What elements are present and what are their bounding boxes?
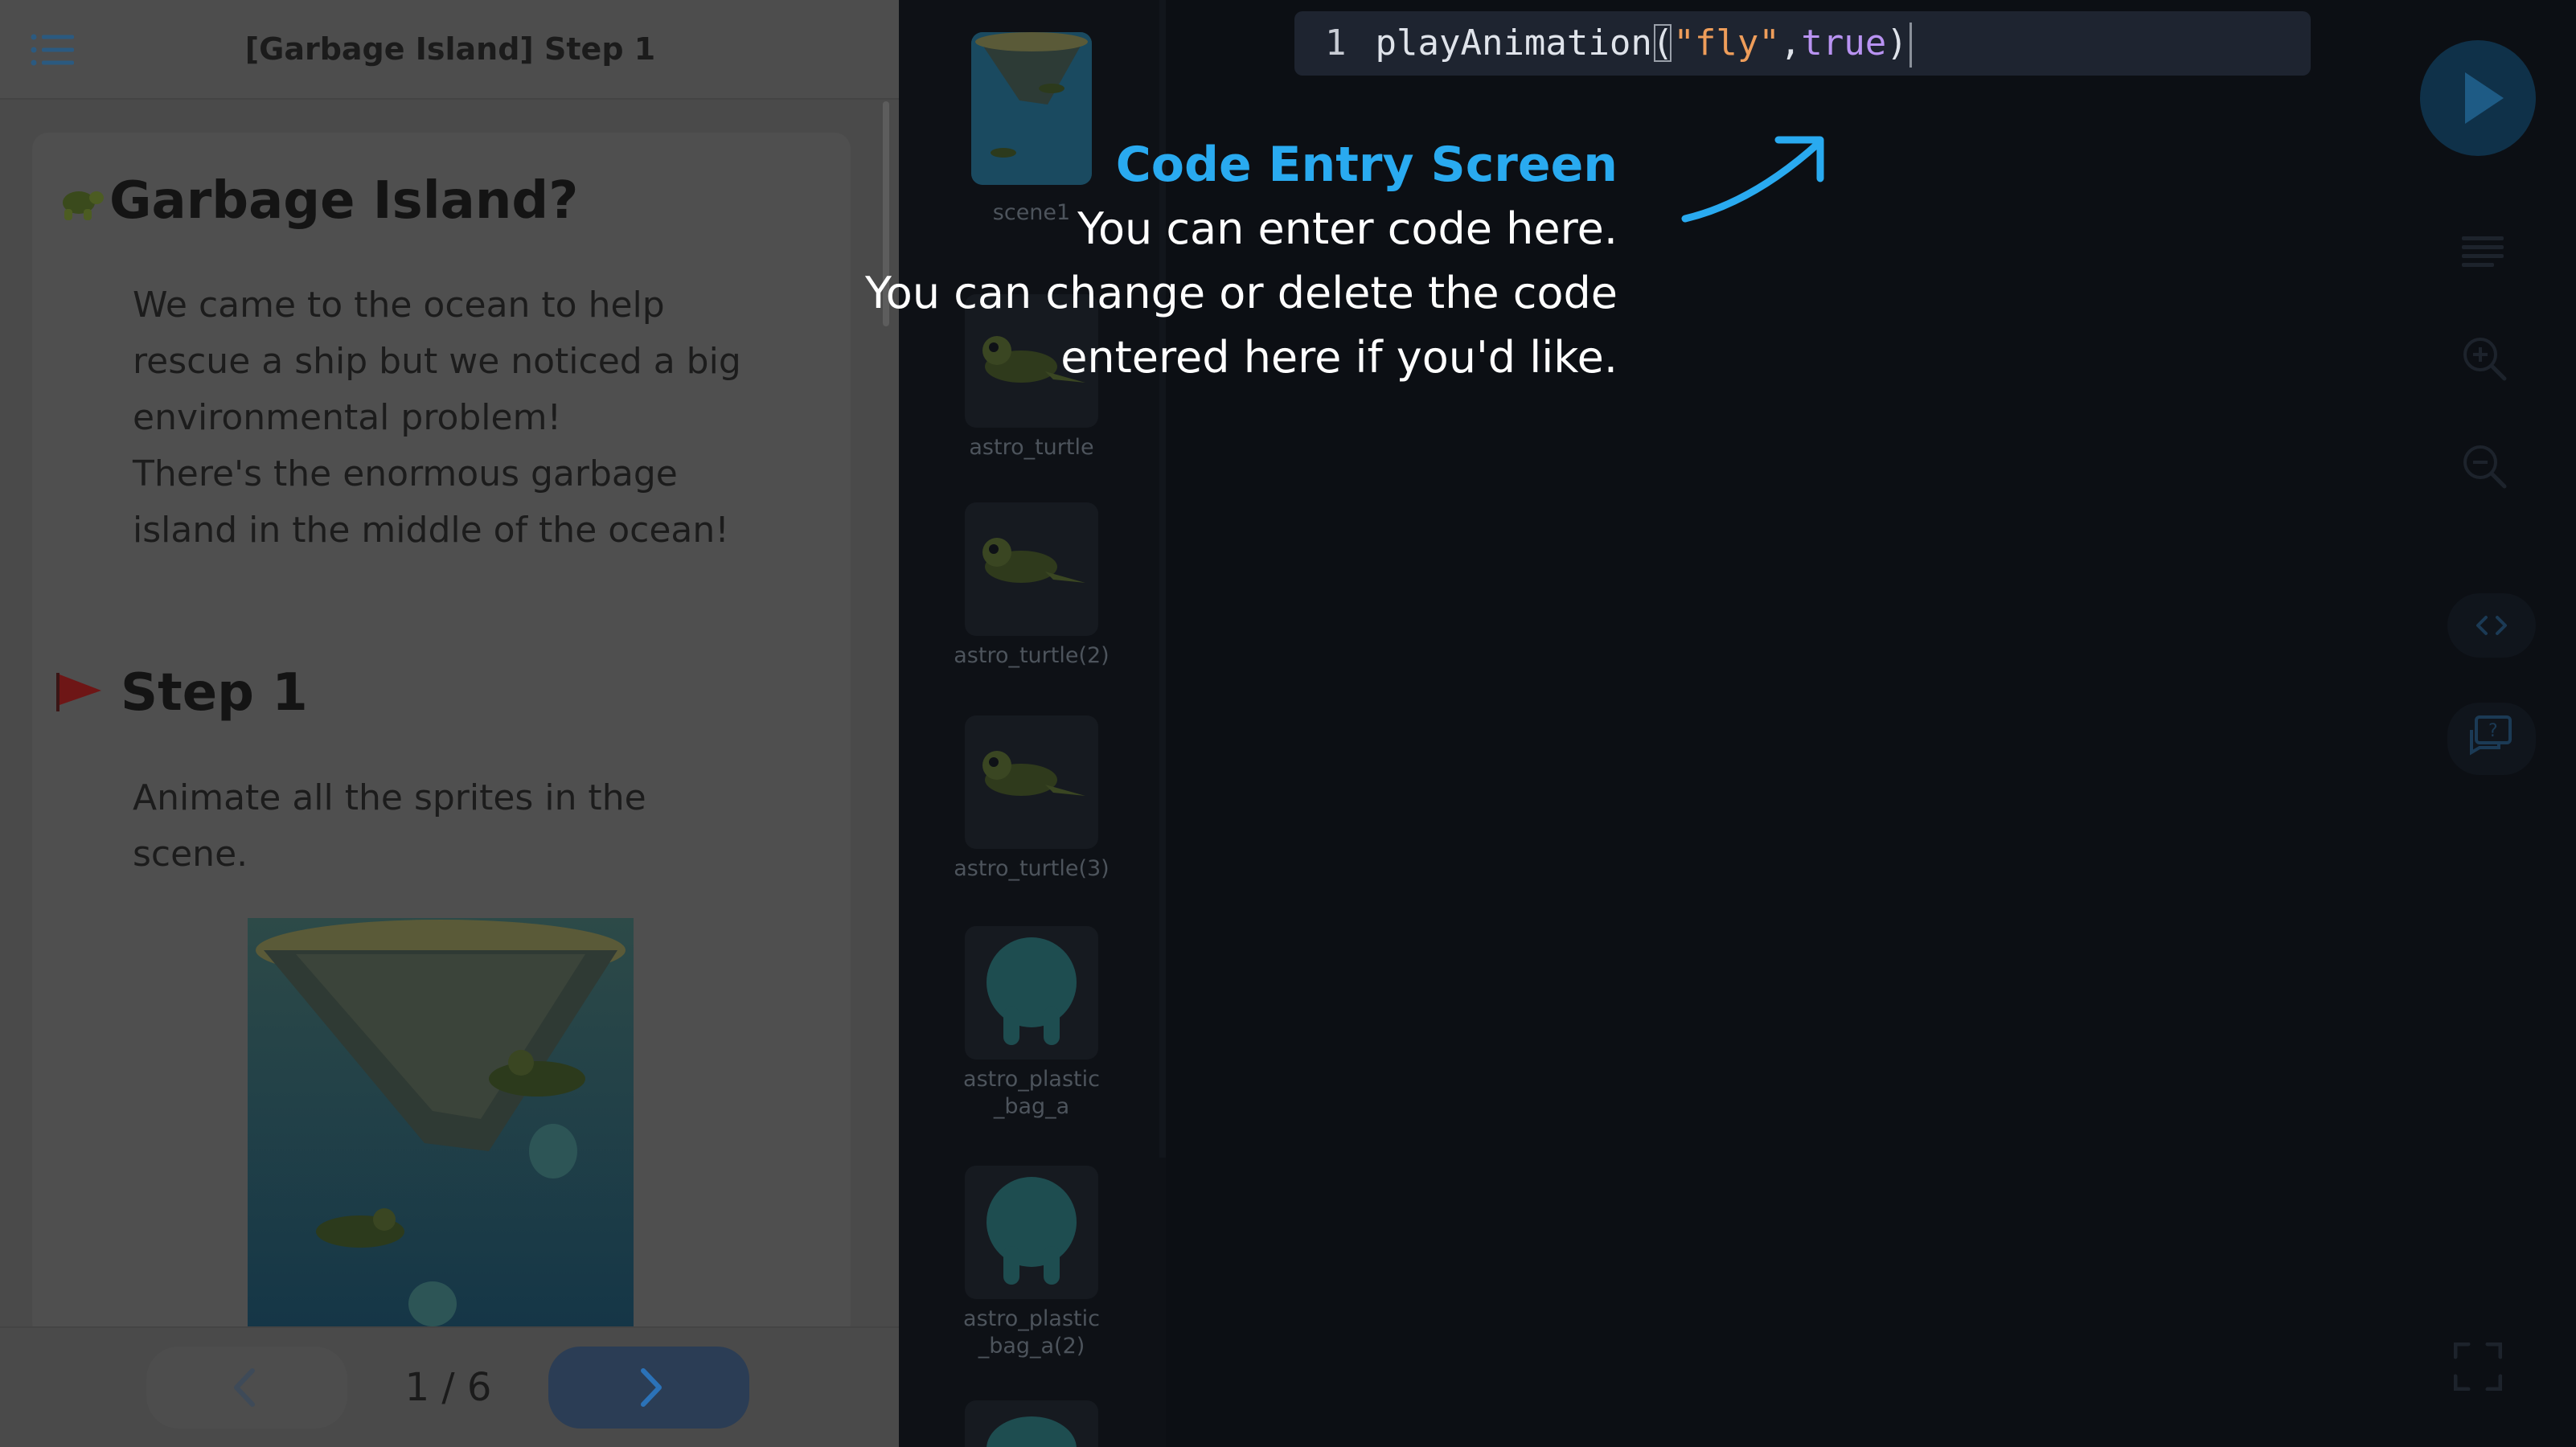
code-function: playAnimation [1375, 23, 1652, 64]
text-line: environmental problem! [133, 397, 562, 438]
intro-paragraph: We came to the ocean to help rescue a sh… [133, 277, 792, 559]
help-chat-icon[interactable]: ? [2447, 703, 2536, 778]
sprite-name: astro_turtle(3) [954, 856, 1110, 881]
code-string: "fly" [1673, 23, 1780, 64]
code-toggle-icon[interactable] [2447, 593, 2536, 661]
sprite-name: astro_plastic_bag_a(2) [963, 1306, 1100, 1359]
next-page-button[interactable] [548, 1347, 749, 1429]
sprite-thumbnail [965, 1166, 1098, 1299]
list-icon[interactable] [2462, 235, 2504, 270]
line-number: 1 [1325, 23, 1347, 64]
tutorial-panel: [Garbage Island] Step 1 Garbage Island? … [0, 0, 899, 1447]
step-heading-text: Step 1 [121, 663, 308, 723]
sprite-thumbnail [965, 1400, 1098, 1447]
page-total: 6 [466, 1365, 492, 1410]
code-keyword: true [1801, 23, 1887, 64]
sprite-item[interactable] [899, 1400, 1164, 1447]
text-line: rescue a ship but we noticed a big [133, 341, 741, 382]
step-description: Animate all the sprites in the scene. [133, 770, 792, 883]
scene-illustration [248, 918, 634, 1326]
turtle-icon [55, 177, 106, 225]
callout-title: Code Entry Screen [1115, 137, 1618, 193]
sprite-item[interactable]: astro_plastic_bag_a [899, 926, 1164, 1121]
tutorial-title: [Garbage Island] Step 1 [244, 31, 656, 67]
sprite-item[interactable]: astro_turtle(3) [899, 715, 1164, 883]
section-heading: Garbage Island? [55, 161, 827, 241]
fullscreen-icon[interactable] [2453, 1342, 2503, 1394]
zoom-out-icon[interactable] [2460, 442, 2508, 494]
play-icon [2465, 72, 2504, 124]
svg-text:?: ? [2488, 721, 2498, 741]
sprite-thumbnail [965, 926, 1098, 1060]
sprite-name: astro_turtle(2) [954, 643, 1110, 668]
code-close-paren: ) [1886, 23, 1908, 64]
sprite-name: astro_turtle [969, 435, 1094, 460]
callout-line: entered here if you'd like. [1060, 332, 1618, 383]
play-button[interactable] [2420, 40, 2536, 156]
sprite-thumbnail [965, 715, 1098, 849]
sprite-thumbnail [965, 502, 1098, 636]
chevron-left-icon [234, 1368, 255, 1407]
flag-icon [55, 670, 103, 716]
sprite-item[interactable]: astro_turtle(2) [899, 502, 1164, 670]
text-line: Animate all the sprites in the [133, 777, 646, 818]
text-line: We came to the ocean to help [133, 285, 665, 326]
zoom-in-icon[interactable] [2460, 334, 2508, 386]
code-comma: , [1779, 23, 1802, 64]
chevron-right-icon [641, 1368, 662, 1407]
menu-list-icon[interactable] [31, 34, 76, 66]
text-line: island in the middle of the ocean! [133, 510, 729, 551]
code-line[interactable]: 1 playAnimation("fly",true) [1325, 11, 1912, 76]
page-current: 1 [404, 1365, 430, 1410]
callout-line: You can change or delete the code [864, 268, 1618, 318]
step-heading: Step 1 [55, 653, 308, 733]
callout-body: You can enter code here. You can change … [804, 197, 1618, 390]
text-cursor [1909, 23, 1912, 68]
text-line: There's the enormous garbage [133, 453, 678, 494]
text-line: scene. [133, 834, 248, 875]
code-open-paren: ( [1651, 23, 1674, 64]
sprite-name: astro_plastic_bag_a [963, 1067, 1100, 1119]
sprite-item[interactable]: astro_plastic_bag_a(2) [899, 1166, 1164, 1360]
heading-text: Garbage Island? [109, 171, 579, 231]
callout-arrow-icon [1672, 129, 1833, 233]
page-separator: / [441, 1365, 455, 1410]
page-indicator: 1 / 6 [378, 1347, 519, 1429]
previous-page-button[interactable] [146, 1347, 347, 1429]
callout-line: You can enter code here. [1077, 203, 1618, 254]
